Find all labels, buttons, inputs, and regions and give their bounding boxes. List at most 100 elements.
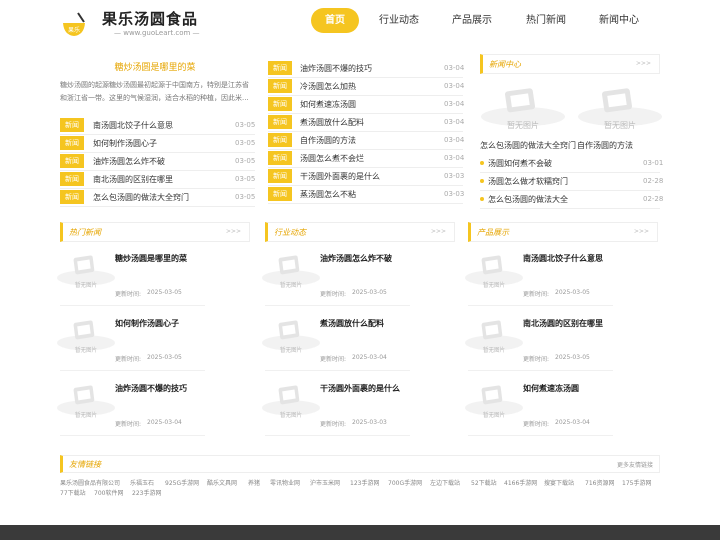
news-tag: 新闻	[268, 97, 292, 111]
divider	[468, 305, 613, 306]
news-center-caption[interactable]: 自作汤圆的方法	[577, 140, 633, 151]
nav-hot-news[interactable]: 热门新闻	[520, 8, 572, 33]
friend-link[interactable]: 零讯物业网	[270, 478, 300, 487]
news-date: 03-04	[444, 82, 465, 90]
divider	[60, 370, 205, 371]
article-title[interactable]: 南北汤圆的区别在哪里	[523, 318, 603, 329]
friend-link[interactable]: 酷乐文具网	[207, 478, 237, 487]
divider	[268, 95, 463, 96]
news-link[interactable]: 煮汤圆放什么配料	[300, 117, 364, 128]
news-center-link[interactable]: 汤圆怎么做才软糯窍门	[480, 176, 568, 187]
friend-link[interactable]: 925G手游网	[165, 478, 199, 487]
news-center-link[interactable]: 怎么包汤圆的做法大全	[480, 194, 568, 205]
news-tag: 新闻	[60, 136, 84, 150]
article-time: 2025-03-04	[555, 419, 590, 426]
news-link[interactable]: 南北汤圆的区别在哪里	[93, 174, 173, 185]
divider	[60, 435, 205, 436]
article-time: 2025-03-05	[147, 289, 182, 296]
news-link[interactable]: 自作汤圆的方法	[300, 135, 356, 146]
divider	[480, 190, 660, 191]
divider	[468, 435, 613, 436]
article-title[interactable]: 油炸汤圆怎么炸不破	[320, 253, 392, 264]
friend-link[interactable]: 4166手游网	[504, 478, 537, 487]
news-date: 03-05	[235, 121, 256, 129]
placeholder-label: 暂无图片	[507, 120, 539, 130]
news-center-caption[interactable]: 怎么包汤圆的做法大全窍门	[480, 140, 576, 151]
article-title[interactable]: 油炸汤圆不爆的技巧	[115, 383, 187, 394]
news-link[interactable]: 汤圆怎么煮不会烂	[300, 153, 364, 164]
article-thumbnail[interactable]: 暂无图片	[260, 382, 322, 420]
column-more[interactable]: >>>	[226, 228, 241, 235]
article-thumbnail[interactable]: 暂无图片	[260, 317, 322, 355]
news-tag: 新闻	[268, 169, 292, 183]
friend-link[interactable]: 养猪	[248, 478, 260, 487]
article-thumbnail[interactable]: 暂无图片	[260, 252, 322, 290]
article-title[interactable]: 南汤圆北饺子什么意思	[523, 253, 603, 264]
news-link[interactable]: 南汤圆北饺子什么意思	[93, 120, 173, 131]
news-center-more[interactable]: >>>	[636, 60, 651, 67]
divider	[60, 305, 205, 306]
article-title[interactable]: 如何煮速冻汤圆	[523, 383, 579, 394]
nav-products[interactable]: 产品展示	[446, 8, 498, 33]
divider	[60, 206, 255, 207]
article-title[interactable]: 如何制作汤圆心子	[115, 318, 179, 329]
friend-link[interactable]: 52下载站	[471, 478, 497, 487]
friend-link[interactable]: 223手游网	[132, 488, 161, 497]
site-logo[interactable]: 果乐 果乐汤圆食品 — www.guoLeart.com —	[60, 7, 200, 39]
article-title[interactable]: 干汤圆外面裹的是什么	[320, 383, 400, 394]
article-title[interactable]: 煮汤圆放什么配料	[320, 318, 384, 329]
friend-links-more[interactable]: 更多友情链接	[617, 460, 653, 469]
divider	[268, 203, 463, 204]
article-thumbnail[interactable]: 暂无图片	[55, 382, 117, 420]
featured-article-title[interactable]: 糖炒汤圆是哪里的菜	[60, 60, 250, 73]
divider	[268, 113, 463, 114]
column-title: 热门新闻	[69, 228, 101, 237]
divider	[60, 152, 255, 153]
placeholder-photo-icon: 暂无图片	[262, 255, 320, 289]
article-thumbnail[interactable]: 暂无图片	[55, 317, 117, 355]
friend-link[interactable]: 175手游网	[622, 478, 651, 487]
nav-industry[interactable]: 行业动态	[373, 8, 425, 33]
friend-link[interactable]: 700G手游网	[388, 478, 422, 487]
friend-link[interactable]: 乐福玉石	[130, 478, 154, 487]
article-title[interactable]: 糖炒汤圆是哪里的菜	[115, 253, 187, 264]
article-thumbnail[interactable]: 暂无图片	[463, 317, 525, 355]
column-more[interactable]: >>>	[431, 228, 446, 235]
site-url: — www.guoLeart.com —	[114, 29, 200, 37]
friend-link[interactable]: 果乐汤圆食品有限公司	[60, 478, 120, 487]
news-date: 03-04	[444, 136, 465, 144]
news-link[interactable]: 油炸汤圆怎么炸不破	[93, 156, 165, 167]
article-time-label: 更新时间:	[523, 421, 550, 428]
friend-link[interactable]: 123手游网	[350, 478, 379, 487]
news-center-image[interactable]: 暂无图片	[575, 84, 665, 132]
news-link[interactable]: 蒸汤圆怎么不粘	[300, 189, 356, 200]
divider	[265, 305, 410, 306]
friend-link[interactable]: 700软件网	[94, 488, 123, 497]
news-link[interactable]: 如何煮速冻汤圆	[300, 99, 356, 110]
news-center-image[interactable]: 暂无图片	[478, 84, 568, 132]
column-more[interactable]: >>>	[634, 228, 649, 235]
news-link[interactable]: 干汤圆外面裹的是什么	[300, 171, 380, 182]
article-thumbnail[interactable]: 暂无图片	[463, 382, 525, 420]
friend-link[interactable]: 搜宴下载站	[544, 478, 574, 487]
news-link[interactable]: 如何制作汤圆心子	[93, 138, 157, 149]
article-thumbnail[interactable]: 暂无图片	[463, 252, 525, 290]
news-date: 03-01	[643, 159, 664, 167]
article-thumbnail[interactable]: 暂无图片	[55, 252, 117, 290]
news-center-link[interactable]: 汤圆如何煮不会破	[480, 158, 552, 169]
friend-link[interactable]: 左边下载站	[430, 478, 460, 487]
news-link[interactable]: 怎么包汤圆的做法大全窍门	[93, 192, 189, 203]
divider	[60, 188, 255, 189]
friend-links-header: 友情链接 更多友情链接	[60, 455, 660, 473]
news-link[interactable]: 油炸汤圆不爆的技巧	[300, 63, 372, 74]
placeholder-photo-icon: 暂无图片	[465, 385, 523, 419]
featured-article-desc: 糖炒汤圆的起源糖炒汤圆最初起源于中国南方，特别是江苏省和浙江省一带。这里的气候湿…	[60, 81, 249, 102]
news-link[interactable]: 冷汤圆怎么加热	[300, 81, 356, 92]
news-date: 03-04	[444, 154, 465, 162]
friend-link[interactable]: 716资源网	[585, 478, 614, 487]
nav-home[interactable]: 首页	[311, 8, 359, 33]
friend-link[interactable]: 沪市玉米网	[310, 478, 340, 487]
column-title: 产品展示	[477, 228, 509, 237]
friend-link[interactable]: 77下载站	[60, 488, 86, 497]
nav-news-center[interactable]: 新闻中心	[593, 8, 645, 33]
